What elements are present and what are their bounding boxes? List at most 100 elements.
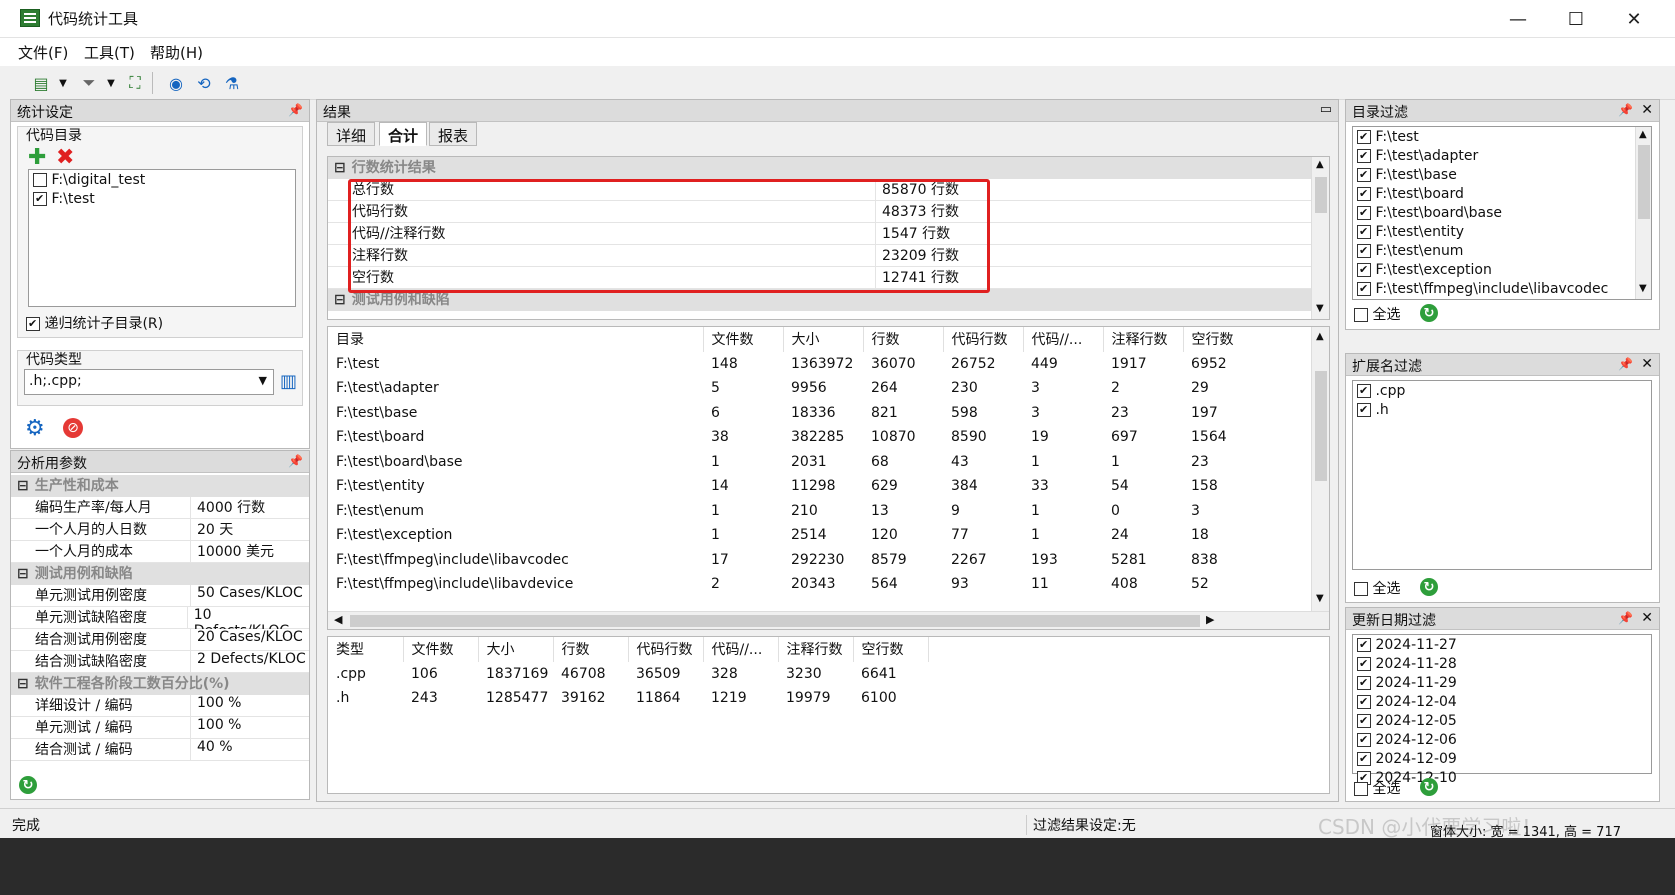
chevron-down-icon[interactable]: ▼ (259, 374, 267, 387)
checkbox[interactable] (1357, 206, 1371, 220)
col-header[interactable]: 类型 (328, 637, 404, 662)
table-row[interactable]: F:\test\enum 1 210 13 9 1 0 3 (328, 499, 1313, 524)
checkbox[interactable] (1357, 384, 1371, 398)
col-header[interactable]: 大小 (478, 637, 554, 662)
recursive-option[interactable]: 递归统计子目录(R) (26, 313, 163, 333)
checkbox[interactable] (33, 173, 47, 187)
col-header[interactable]: 注释行数 (778, 637, 854, 662)
filter-item[interactable]: 2024-12-05 (1357, 713, 1457, 729)
tab-summary[interactable]: 合计 (379, 122, 428, 146)
checkbox[interactable] (1357, 225, 1371, 239)
table-row[interactable]: F:\test\ffmpeg\include\libavdevice 2 20343… (328, 572, 1313, 597)
col-header[interactable]: 文件数 (403, 637, 479, 662)
pg-row[interactable]: 结合测试 / 编码 40 % (11, 739, 309, 761)
ext-filter-select-all[interactable]: 全选 (1354, 578, 1400, 598)
col-header[interactable]: 代码行数 (943, 327, 1024, 352)
pg-row[interactable]: 编码生产率/每人月 4000 行数 (11, 497, 309, 519)
table-row[interactable]: F:\test\ffmpeg\include\libavcodec 17 29223… (328, 548, 1313, 573)
scroll-thumb[interactable] (1638, 145, 1650, 219)
tab-detail[interactable]: 详细 (327, 122, 376, 146)
col-header[interactable]: 文件数 (703, 327, 784, 352)
maximize-pane-icon[interactable]: ▭ (1320, 102, 1332, 117)
filter-item[interactable]: .h (1357, 402, 1389, 418)
checkbox[interactable] (33, 192, 47, 206)
scroll-down-icon[interactable]: ▼ (1316, 303, 1324, 314)
dropdown-arrow-icon[interactable]: ▼ (100, 72, 122, 94)
scroll-thumb[interactable] (1315, 177, 1327, 213)
checkbox[interactable] (1354, 582, 1368, 596)
stop-icon[interactable]: ⊘ (63, 418, 83, 438)
filter-item[interactable]: F:\test\enum (1357, 243, 1463, 259)
close-icon[interactable]: ✕ (1641, 356, 1653, 372)
menu-file[interactable]: 文件(F) (18, 42, 68, 63)
col-header[interactable]: 大小 (783, 327, 864, 352)
scroll-thumb[interactable] (350, 615, 1200, 627)
close-icon[interactable]: ✕ (1641, 610, 1653, 626)
menu-tools[interactable]: 工具(T) (84, 42, 135, 63)
close-button[interactable]: ✕ (1605, 0, 1663, 38)
expand-icon[interactable]: ⛶ (124, 72, 146, 94)
list-item[interactable]: F:\test (33, 191, 95, 207)
refresh-icon[interactable]: ↻ (1420, 304, 1438, 322)
add-icon[interactable]: ✚ (28, 145, 46, 170)
refresh-icon[interactable]: ↻ (1420, 778, 1438, 796)
close-icon[interactable]: ✕ (1641, 102, 1653, 118)
table-row[interactable]: .cpp 106 1837169 46708 36509 328 3230 6641 (328, 662, 928, 687)
col-header[interactable]: 空行数 (853, 637, 929, 662)
dir-scrollbar-h[interactable]: ◀ ▶ (328, 611, 1329, 629)
minimize-button[interactable]: — (1489, 0, 1547, 38)
dropdown-arrow-icon[interactable]: ▼ (52, 72, 74, 94)
table-row[interactable]: F:\test\exception 1 2514 120 77 1 24 18 (328, 523, 1313, 548)
flask-icon[interactable]: ⚗ (221, 72, 243, 94)
filter-item[interactable]: F:\test\base (1357, 167, 1457, 183)
checkbox[interactable] (1357, 263, 1371, 277)
filter-item[interactable]: 2024-12-09 (1357, 751, 1457, 767)
pin-icon[interactable]: 📌 (1618, 357, 1633, 371)
filter-item[interactable]: 2024-12-04 (1357, 694, 1457, 710)
delete-icon[interactable]: ✖ (56, 145, 74, 170)
scroll-up-icon[interactable]: ▲ (1316, 331, 1324, 342)
filter-item[interactable]: 2024-11-27 (1357, 637, 1457, 653)
table-row[interactable]: F:\test\entity 14 11298 629 384 33 54 158 (328, 474, 1313, 499)
checkbox[interactable] (1357, 714, 1371, 728)
pin-icon[interactable]: 📌 (1618, 611, 1633, 625)
ext-filter-list[interactable]: .cpp .h (1352, 380, 1652, 570)
scroll-left-icon[interactable]: ◀ (334, 613, 342, 626)
pg-row[interactable]: 详细设计 / 编码 100 % (11, 695, 309, 717)
pin-icon[interactable]: 📌 (288, 103, 303, 117)
scroll-thumb[interactable] (1315, 371, 1327, 481)
pg-row[interactable]: 单元测试缺陷密度10 Defects/KLOC (11, 607, 309, 639)
table-row[interactable]: F:\test\adapter 5 9956 264 230 3 2 29 (328, 376, 1313, 401)
list-item[interactable]: F:\digital_test (33, 172, 145, 188)
pg-row[interactable]: 一个人月的成本 10000 美元 (11, 541, 309, 563)
checkbox[interactable] (1357, 676, 1371, 690)
checkbox[interactable] (1357, 403, 1371, 417)
scroll-up-icon[interactable]: ▲ (1316, 159, 1324, 170)
pin-icon[interactable]: 📌 (288, 454, 303, 468)
checkbox[interactable] (1357, 638, 1371, 652)
pg-section[interactable]: ⊟ 软件工程各阶段工数百分比(%) (11, 673, 309, 695)
filter-icon[interactable]: ⏷ (78, 72, 100, 94)
dir-filter-scrollbar[interactable]: ▲ ▼ (1635, 127, 1651, 299)
pg-row[interactable]: 一个人月的人日数 20 天 (11, 519, 309, 541)
col-header[interactable]: 注释行数 (1103, 327, 1184, 352)
checkbox[interactable] (1354, 782, 1368, 796)
checkbox[interactable] (1357, 733, 1371, 747)
scroll-up-icon[interactable]: ▲ (1639, 129, 1647, 140)
menu-help[interactable]: 帮助(H) (150, 42, 203, 63)
sync-icon[interactable]: ⟲ (193, 72, 215, 94)
table-row[interactable]: F:\test 148 1363972 36070 26752 449 1917 6952 (328, 352, 1313, 377)
checkbox[interactable] (1357, 657, 1371, 671)
dir-filter-select-all[interactable]: 全选 (1354, 304, 1400, 324)
filter-item[interactable]: .cpp (1357, 383, 1405, 399)
table-row[interactable]: F:\test\board\base 1 2031 68 43 1 1 23 (328, 450, 1313, 475)
edit-list-icon[interactable]: ▥ (280, 371, 297, 392)
col-header[interactable]: 空行数 (1183, 327, 1313, 352)
date-filter-list[interactable]: 2024-11-27 2024-11-28 2024-11-29 2024-12… (1352, 634, 1652, 786)
pg-section[interactable]: ⊟ 生产性和成本 (11, 475, 309, 497)
checkbox[interactable] (1357, 149, 1371, 163)
col-header[interactable]: 代码行数 (628, 637, 704, 662)
maximize-button[interactable]: ☐ (1547, 0, 1605, 38)
checkbox[interactable] (1357, 752, 1371, 766)
date-filter-select-all[interactable]: 全选 (1354, 778, 1400, 798)
